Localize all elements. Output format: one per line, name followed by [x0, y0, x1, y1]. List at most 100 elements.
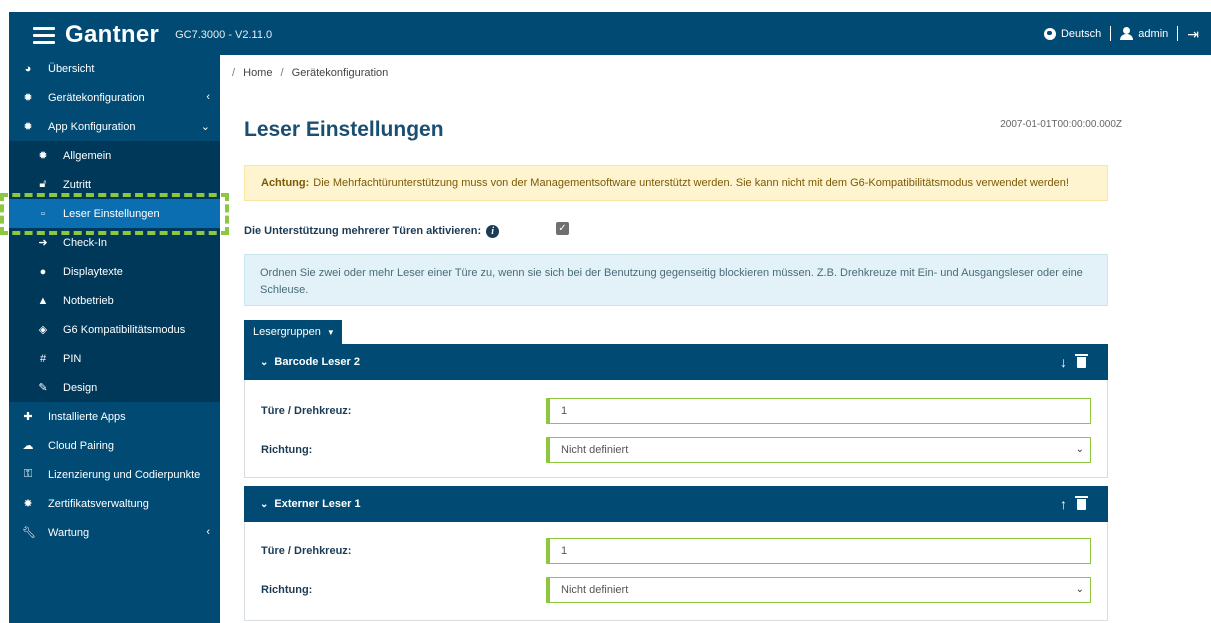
sidebar-item-label: Gerätekonfiguration [48, 91, 145, 104]
wrench-icon: 🔧︎ [22, 527, 36, 539]
sidebar-item-uebersicht[interactable]: ◕ Übersicht [9, 55, 220, 83]
warning-icon: ▲ [37, 294, 49, 307]
top-bar: Gantner GC7.3000 - V2.11.0 Deutsch admin… [0, 0, 1211, 55]
breadcrumb-separator: / [232, 67, 236, 79]
multi-door-label: Die Unterstützung mehrerer Türen aktivie… [244, 225, 482, 237]
sidebar-item-app-konfiguration[interactable]: ✹ App Konfiguration ⌄ [9, 112, 220, 141]
sidebar-item-design[interactable]: ✎ Design [9, 373, 220, 402]
arrow-down-icon[interactable]: ↓ [1060, 354, 1067, 370]
sidebar-item-cloud-pairing[interactable]: ☁ Cloud Pairing [9, 431, 220, 460]
sidebar-item-notbetrieb[interactable]: ▲ Notbetrieb [9, 286, 220, 315]
sidebar-item-label: Installierte Apps [48, 410, 126, 423]
reader-group-panel: ⌄ Externer Leser 1 ↑ Türe / Drehkreuz: 1… [244, 486, 1108, 621]
user-icon [1120, 27, 1134, 40]
sidebar-item-allgemein[interactable]: ✹ Allgemein [9, 141, 220, 170]
chevron-left-icon: ‹ [206, 91, 210, 103]
sidebar-item-label: Check-In [63, 236, 108, 249]
trash-icon[interactable] [1075, 495, 1088, 510]
door-input[interactable]: 1 [546, 398, 1091, 424]
unlock-icon: 🔓︎ [39, 178, 47, 190]
arrow-up-icon[interactable]: ↑ [1060, 496, 1067, 512]
reader-groups-dropdown[interactable]: Lesergruppen ▼ [244, 320, 342, 344]
hashtag-icon: # [39, 352, 47, 365]
divider [1177, 26, 1179, 41]
sidebar-item-check-in[interactable]: ➜ Check-In [9, 228, 220, 257]
comment-icon: ● [39, 265, 47, 278]
brush-icon: ✎ [38, 382, 48, 394]
puzzle-icon: ✚ [23, 411, 33, 423]
chevron-left-icon: ‹ [206, 526, 210, 538]
sidebar-item-wartung[interactable]: 🔧︎ Wartung ‹ [9, 518, 220, 547]
gears-icon: ✹ [23, 121, 33, 133]
certificate-icon: ✸ [23, 498, 33, 510]
sidebar-item-label: Allgemein [63, 149, 112, 162]
sidebar-item-zertifikatsverwaltung[interactable]: ✸ Zertifikatsverwaltung [9, 489, 220, 518]
sidebar-item-installierte-apps[interactable]: ✚ Installierte Apps [9, 402, 220, 431]
sidebar-item-label: G6 Kompatibilitätsmodus [63, 323, 186, 336]
breadcrumb: / Home / Gerätekonfiguration [232, 67, 388, 79]
direction-field-row: Richtung: Nicht definiert ⌄ [261, 436, 1091, 464]
globe-icon [1043, 27, 1056, 40]
breadcrumb-home[interactable]: Home [243, 67, 272, 79]
sidebar-item-label: PIN [63, 352, 82, 365]
sidebar-item-zutritt[interactable]: 🔓︎ Zutritt [9, 170, 220, 199]
direction-select[interactable]: Nicht definiert ⌄ [546, 577, 1091, 603]
gear-icon: ✹ [38, 150, 48, 162]
door-label: Türe / Drehkreuz: [261, 545, 352, 557]
pie-chart-icon: ◕ [24, 63, 32, 75]
hamburger-icon[interactable] [33, 26, 55, 44]
reader-group-header[interactable]: ⌄ Barcode Leser 2 ↓ [244, 344, 1108, 380]
reader-group-title: Barcode Leser 2 [274, 356, 360, 368]
language-selector[interactable]: Deutsch [1061, 28, 1101, 40]
divider [1110, 26, 1112, 41]
user-menu[interactable]: admin [1138, 28, 1168, 40]
chevron-down-icon: ⌄ [260, 498, 269, 510]
reader-group-header[interactable]: ⌄ Externer Leser 1 ↑ [244, 486, 1108, 522]
gear-icon: ✹ [23, 92, 33, 104]
square-icon: ▫ [41, 207, 45, 220]
sidebar-item-leser-einstellungen[interactable]: ▫ Leser Einstellungen [9, 199, 220, 228]
sign-out-icon[interactable]: ⇥ [1187, 27, 1199, 41]
direction-label: Richtung: [261, 584, 313, 596]
door-label: Türe / Drehkreuz: [261, 405, 352, 417]
sidebar-item-label: Notbetrieb [63, 294, 114, 307]
sidebar-item-pin[interactable]: # PIN [9, 344, 220, 373]
door-value: 1 [561, 405, 568, 417]
sidebar-item-g6-kompatibilitaetsmodus[interactable]: ◈ G6 Kompatibilitätsmodus [9, 315, 220, 344]
trash-icon[interactable] [1075, 353, 1088, 368]
sidebar-item-label: Wartung [48, 526, 90, 539]
chevron-down-icon: ⌄ [200, 121, 210, 133]
cloud-icon: ☁ [22, 440, 34, 452]
door-value: 1 [561, 545, 568, 557]
chevron-down-icon: ⌄ [1075, 444, 1084, 455]
chevron-down-icon: ⌄ [1075, 584, 1084, 595]
breadcrumb-current: Gerätekonfiguration [291, 67, 389, 79]
sidebar-item-label: Übersicht [48, 63, 95, 75]
sign-in-icon: ➜ [38, 237, 48, 249]
reader-group-actions: ↓ [1060, 353, 1088, 370]
sidebar-item-label: Displaytexte [63, 265, 123, 278]
multi-door-setting: Die Unterstützung mehrerer Türen aktivie… [244, 221, 1108, 241]
page-title: Leser Einstellungen [244, 118, 444, 141]
top-right-menu: Deutsch admin ⇥ [1043, 26, 1199, 41]
sidebar-item-lizenzierung[interactable]: ⚿ Lizenzierung und Codierpunkte [9, 460, 220, 489]
multi-door-checkbox[interactable]: ✓ [556, 222, 569, 235]
direction-select[interactable]: Nicht definiert ⌄ [546, 437, 1091, 463]
breadcrumb-separator: / [280, 67, 284, 79]
sidebar-item-label: Lizenzierung und Codierpunkte [48, 468, 201, 481]
key-icon: ⚿ [23, 468, 33, 480]
chevron-down-icon: ⌄ [260, 356, 269, 368]
sidebar-submenu: ✹ Allgemein 🔓︎ Zutritt ▫ Leser Einstellu… [9, 141, 220, 402]
info-icon[interactable]: i [486, 224, 500, 238]
sidebar-item-geraetekonfiguration[interactable]: ✹ Gerätekonfiguration ‹ [9, 83, 220, 112]
direction-field-row: Richtung: Nicht definiert ⌄ [261, 576, 1091, 604]
door-input[interactable]: 1 [546, 538, 1091, 564]
warning-label: Achtung: [261, 177, 310, 189]
timestamp: 2007-01-01T00:00:00.000Z [1000, 119, 1122, 130]
reader-group-title: Externer Leser 1 [274, 498, 361, 510]
logo: Gantner [65, 21, 160, 48]
sidebar-item-label: Leser Einstellungen [63, 207, 160, 220]
version-label: GC7.3000 - V2.11.0 [175, 29, 273, 41]
cube-icon: ◈ [38, 324, 48, 336]
sidebar-item-displaytexte[interactable]: ● Displaytexte [9, 257, 220, 286]
